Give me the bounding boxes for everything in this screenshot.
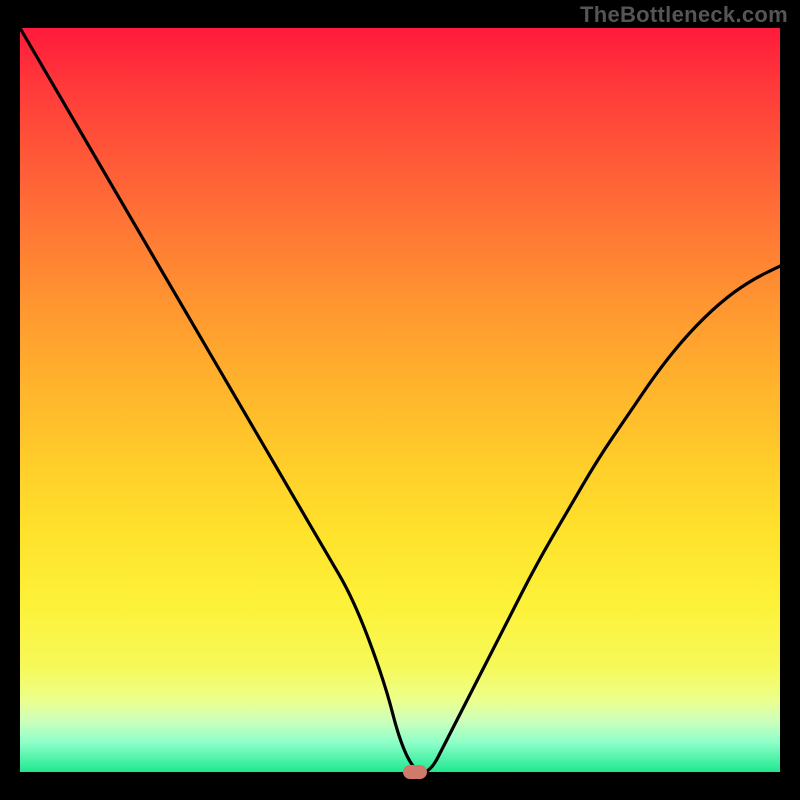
optimum-marker (403, 765, 427, 779)
bottleneck-curve (20, 28, 780, 772)
curve-path (20, 28, 780, 772)
watermark-text: TheBottleneck.com (580, 2, 788, 28)
plot-area (20, 28, 780, 772)
chart-frame: TheBottleneck.com (0, 0, 800, 800)
